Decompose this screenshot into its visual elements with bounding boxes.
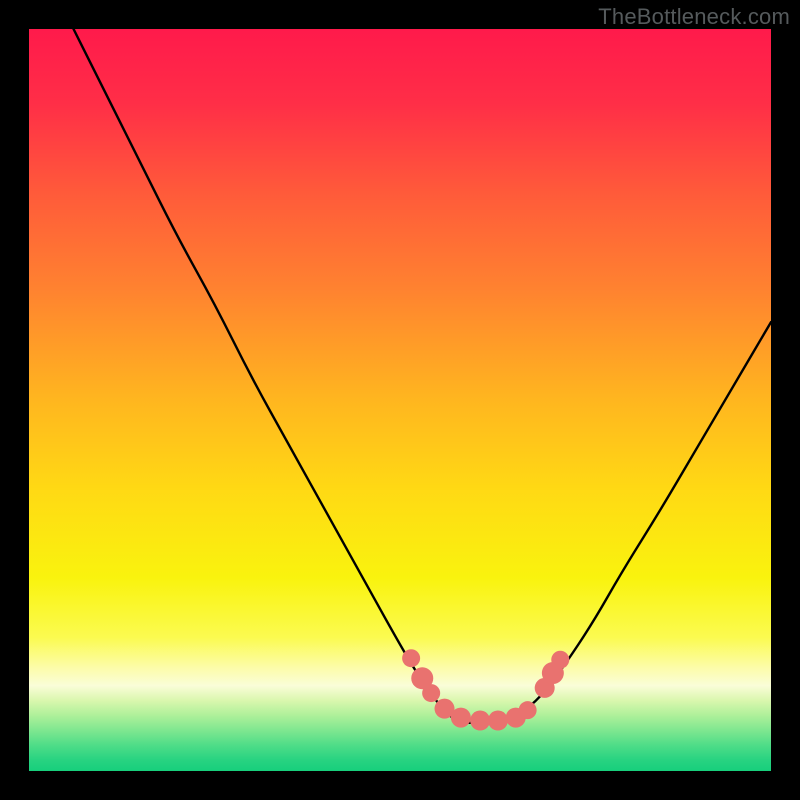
outer-frame: TheBottleneck.com <box>0 0 800 800</box>
curve-marker <box>402 649 420 667</box>
curve-marker <box>551 651 569 669</box>
curve-marker <box>470 711 490 731</box>
chart-svg <box>29 29 771 771</box>
curve-marker <box>519 701 537 719</box>
watermark-text: TheBottleneck.com <box>598 4 790 30</box>
curve-marker <box>488 711 508 731</box>
curve-marker <box>451 708 471 728</box>
curve-marker <box>422 684 440 702</box>
gradient-background <box>29 29 771 771</box>
plot-area <box>29 29 771 771</box>
